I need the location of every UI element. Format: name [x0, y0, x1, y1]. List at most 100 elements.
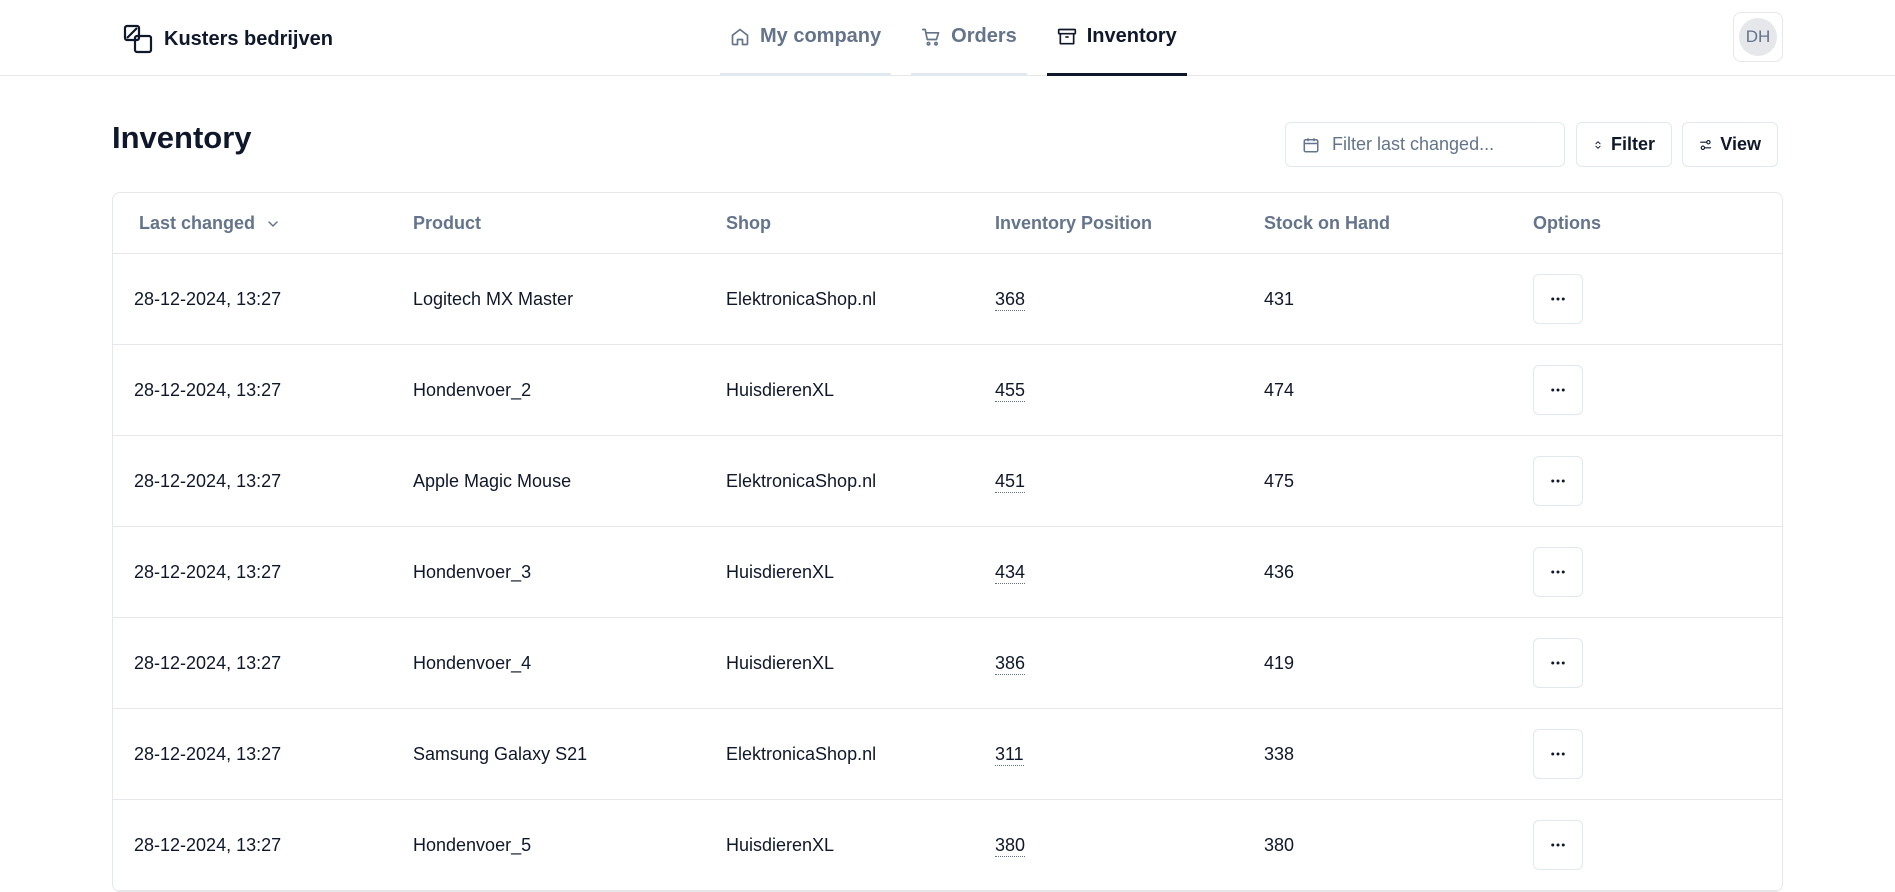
cell-stock-on-hand: 475: [1264, 470, 1295, 491]
nav-tab-my-company[interactable]: My company: [720, 0, 892, 76]
table-row[interactable]: 28-12-2024, 13:27 Hondenvoer_2 HuisdierenX…: [113, 345, 1782, 436]
cell-last-changed: 28-12-2024, 13:27: [134, 470, 282, 491]
inventory-position-value[interactable]: 386: [995, 652, 1026, 675]
cell-product: Hondenvoer_5: [413, 834, 532, 855]
cell-shop: ElektronicaShop.nl: [726, 288, 877, 309]
cell-inventory-position[interactable]: 455: [995, 345, 1026, 435]
table-row[interactable]: 28-12-2024, 13:27 Hondenvoer_3 HuisdierenX…: [113, 527, 1782, 618]
cell-stock-on-hand: 431: [1264, 288, 1295, 309]
page-title: Inventory: [112, 120, 252, 155]
cell-product: Hondenvoer_2: [413, 379, 532, 400]
column-header-label: Options: [1533, 213, 1601, 233]
nav-tab-label: My company: [760, 25, 882, 47]
more-horizontal-icon: [1551, 479, 1565, 483]
column-header-label: Inventory Position: [995, 213, 1153, 233]
date-filter-input[interactable]: [1332, 134, 1552, 155]
cell-shop: HuisdierenXL: [726, 561, 835, 582]
table-row[interactable]: 28-12-2024, 13:27 Apple Magic Mouse Elektr…: [113, 436, 1782, 527]
row-options-button[interactable]: [1533, 638, 1583, 688]
main-nav: My company Orders Inventory: [720, 0, 1187, 76]
cell-inventory-position[interactable]: 434: [995, 527, 1026, 617]
avatar: DH: [1739, 18, 1777, 56]
nav-tab-label: Orders: [951, 25, 1017, 47]
cell-shop: HuisdierenXL: [726, 834, 835, 855]
calendar-icon: [1303, 137, 1319, 152]
nav-tab-label: Inventory: [1086, 25, 1177, 47]
inventory-position-value[interactable]: 311: [995, 743, 1024, 766]
row-options-button[interactable]: [1533, 820, 1583, 870]
more-horizontal-icon: [1551, 661, 1565, 665]
column-header-stock-on-hand: Stock on Hand: [1264, 193, 1390, 254]
column-header-inventory-position: Inventory Position: [995, 193, 1152, 254]
brand-name: Kusters bedrijven: [164, 27, 333, 50]
more-horizontal-icon: [1551, 843, 1565, 847]
cell-inventory-position[interactable]: 368: [995, 254, 1026, 344]
cell-last-changed: 28-12-2024, 13:27: [134, 288, 282, 309]
column-header-last-changed[interactable]: Last changed: [139, 193, 281, 254]
row-options-button[interactable]: [1533, 547, 1583, 597]
user-menu-button[interactable]: DH: [1733, 12, 1783, 62]
cell-last-changed: 28-12-2024, 13:27: [134, 379, 282, 400]
date-filter[interactable]: [1285, 122, 1565, 167]
cell-product: Apple Magic Mouse: [413, 470, 572, 491]
cell-stock-on-hand: 419: [1264, 652, 1295, 673]
column-header-label: Stock on Hand: [1264, 213, 1391, 233]
cell-shop: ElektronicaShop.nl: [726, 743, 877, 764]
brand[interactable]: Kusters bedrijven: [122, 22, 333, 56]
archive-icon: [1057, 28, 1076, 45]
sliders-icon: [1700, 139, 1712, 150]
cell-product: Hondenvoer_3: [413, 561, 532, 582]
view-button-label: View: [1720, 134, 1761, 154]
cell-last-changed: 28-12-2024, 13:27: [134, 834, 282, 855]
cell-shop: HuisdierenXL: [726, 652, 835, 673]
inventory-position-value[interactable]: 380: [995, 834, 1026, 857]
cell-inventory-position[interactable]: 380: [995, 800, 1026, 890]
cell-last-changed: 28-12-2024, 13:27: [134, 743, 282, 764]
table-header: Last changed Product Shop Inventory Posi…: [113, 193, 1782, 254]
inventory-position-value[interactable]: 368: [995, 288, 1026, 311]
cell-stock-on-hand: 380: [1264, 834, 1295, 855]
column-header-shop: Shop: [726, 193, 771, 254]
more-horizontal-icon: [1551, 752, 1565, 756]
inventory-table: Last changed Product Shop Inventory Posi…: [112, 192, 1783, 892]
cell-shop: ElektronicaShop.nl: [726, 470, 877, 491]
cell-inventory-position[interactable]: 451: [995, 436, 1026, 526]
more-horizontal-icon: [1551, 570, 1565, 574]
view-button[interactable]: View: [1682, 122, 1778, 167]
table-row[interactable]: 28-12-2024, 13:27 Hondenvoer_5 HuisdierenX…: [113, 800, 1782, 891]
home-icon: [731, 28, 749, 45]
row-options-button[interactable]: [1533, 365, 1583, 415]
top-navigation-bar: Kusters bedrijven My company Orders Inve…: [0, 0, 1895, 76]
logo-icon: [123, 24, 153, 54]
row-options-button[interactable]: [1533, 274, 1583, 324]
chevron-down-icon: [268, 220, 278, 227]
cell-product: Logitech MX Master: [413, 288, 574, 309]
table-row[interactable]: 28-12-2024, 13:27 Samsung Galaxy S21 Elekt…: [113, 709, 1782, 800]
table-row[interactable]: 28-12-2024, 13:27 Logitech MX Master Elekt…: [113, 254, 1782, 345]
cell-inventory-position[interactable]: 311: [995, 709, 1024, 799]
cart-icon: [921, 28, 940, 46]
column-header-label: Last changed: [139, 213, 256, 233]
column-header-label: Shop: [726, 213, 771, 233]
table-row[interactable]: 28-12-2024, 13:27 Hondenvoer_4 HuisdierenX…: [113, 618, 1782, 709]
column-header-product: Product: [413, 193, 481, 254]
nav-tab-orders[interactable]: Orders: [911, 0, 1027, 76]
cell-stock-on-hand: 338: [1264, 743, 1295, 764]
column-header-options: Options: [1533, 193, 1601, 254]
filter-button[interactable]: Filter: [1576, 122, 1672, 167]
cell-last-changed: 28-12-2024, 13:27: [134, 652, 282, 673]
more-horizontal-icon: [1551, 297, 1565, 301]
inventory-position-value[interactable]: 451: [995, 470, 1026, 493]
cell-shop: HuisdierenXL: [726, 379, 835, 400]
cell-stock-on-hand: 474: [1264, 379, 1295, 400]
row-options-button[interactable]: [1533, 729, 1583, 779]
cell-product: Samsung Galaxy S21: [413, 743, 588, 764]
inventory-position-value[interactable]: 455: [995, 379, 1026, 402]
row-options-button[interactable]: [1533, 456, 1583, 506]
inventory-position-value[interactable]: 434: [995, 561, 1026, 584]
nav-tab-inventory[interactable]: Inventory: [1046, 0, 1187, 76]
cell-stock-on-hand: 436: [1264, 561, 1295, 582]
cell-inventory-position[interactable]: 386: [995, 618, 1026, 708]
column-header-label: Product: [413, 213, 482, 233]
more-horizontal-icon: [1551, 388, 1565, 392]
